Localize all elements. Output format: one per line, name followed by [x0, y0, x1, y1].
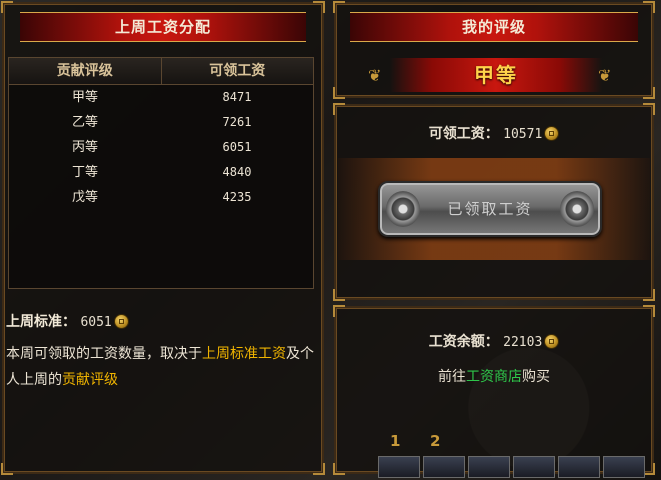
- last-week-standard: 上周标准： 6051: [6, 311, 129, 331]
- table-header: 贡献评级 可领工资: [9, 58, 313, 85]
- claimed-wage-button[interactable]: 已领取工资: [378, 181, 602, 237]
- rank-cell: 丁等: [71, 165, 98, 180]
- corner-ornament: [643, 103, 655, 115]
- skill-slot[interactable]: [558, 456, 600, 478]
- wage-cell: 4840: [222, 165, 252, 179]
- corner-ornament: [333, 305, 345, 317]
- claimable-wage-value: 10571: [503, 127, 543, 142]
- wage-cell: 6051: [222, 140, 252, 154]
- rank-cell: 乙等: [71, 115, 98, 130]
- claimable-wage-label: 可领工资：: [428, 126, 499, 142]
- goto-prefix: 前往: [438, 369, 466, 385]
- claim-button-label: 已领取工资: [447, 200, 533, 218]
- wage-shop-link[interactable]: 工资商店: [466, 369, 522, 385]
- wage-balance-label: 工资余额：: [428, 334, 499, 350]
- corner-ornament: [643, 1, 655, 13]
- corner-ornament: [643, 87, 655, 99]
- skill-slot[interactable]: [513, 456, 555, 478]
- contribution-rank-link[interactable]: 贡献评级: [62, 372, 118, 388]
- standard-label: 上周标准：: [6, 314, 76, 330]
- flourish-right-icon: ❦: [598, 66, 612, 85]
- skill-hotbar: [378, 456, 658, 478]
- my-rank-value: 甲等: [390, 58, 602, 92]
- corner-ornament: [313, 463, 325, 475]
- wage-distribution-title: 上周工资分配: [20, 12, 306, 42]
- wage-cell: 7261: [222, 115, 252, 129]
- hotbar-slot-number: 2: [430, 432, 441, 450]
- goto-wage-shop: 前往工资商店购买: [336, 366, 652, 386]
- table-row: 丁等 4840: [9, 160, 313, 185]
- wage-table: 贡献评级 可领工资 甲等 8471 乙等 7261 丙等 6051 丁等 484…: [8, 57, 314, 289]
- coin-icon: [544, 334, 560, 349]
- desc-text: 本周可领取的工资数量，取决于: [6, 346, 202, 362]
- corner-ornament: [333, 463, 345, 475]
- corner-ornament: [333, 87, 345, 99]
- column-header-rank: 贡献评级: [56, 63, 113, 79]
- corner-ornament: [1, 463, 13, 475]
- rank-cell: 甲等: [71, 90, 98, 105]
- skill-slot[interactable]: [468, 456, 510, 478]
- wage-cell: 8471: [222, 90, 252, 104]
- table-row: 甲等 8471: [9, 85, 313, 110]
- my-rank-title: 我的评级: [350, 12, 638, 42]
- skill-slot[interactable]: [603, 456, 645, 478]
- standard-wage-link[interactable]: 上周标准工资: [202, 346, 286, 362]
- wage-balance-value: 22103: [503, 335, 543, 350]
- claimable-wage: 可领工资： 10571: [336, 123, 652, 143]
- skill-slot[interactable]: [378, 456, 420, 478]
- wage-description: 本周可领取的工资数量，取决于上周标准工资及个人上周的贡献评级: [6, 341, 316, 393]
- skill-slot[interactable]: [423, 456, 465, 478]
- wage-balance: 工资余额： 22103: [336, 331, 652, 351]
- button-cap-left: [386, 191, 420, 227]
- corner-ornament: [643, 289, 655, 301]
- coin-icon: [544, 126, 560, 141]
- corner-ornament: [333, 289, 345, 301]
- table-row: 戊等 4235: [9, 185, 313, 210]
- corner-ornament: [643, 305, 655, 317]
- hotbar-slot-number: 1: [390, 432, 401, 450]
- rank-cell: 戊等: [71, 190, 98, 205]
- corner-ornament: [333, 103, 345, 115]
- button-cap-right: [560, 191, 594, 227]
- flourish-left-icon: ❦: [368, 66, 382, 85]
- table-row: 丙等 6051: [9, 135, 313, 160]
- corner-ornament: [313, 1, 325, 13]
- standard-value: 6051: [80, 315, 112, 330]
- rank-cell: 丙等: [71, 140, 98, 155]
- column-header-wage: 可领工资: [160, 58, 314, 84]
- corner-ornament: [333, 1, 345, 13]
- corner-ornament: [1, 1, 13, 13]
- table-row: 乙等 7261: [9, 110, 313, 135]
- goto-suffix: 购买: [522, 369, 550, 385]
- wage-cell: 4235: [222, 190, 252, 204]
- coin-icon: [113, 314, 129, 329]
